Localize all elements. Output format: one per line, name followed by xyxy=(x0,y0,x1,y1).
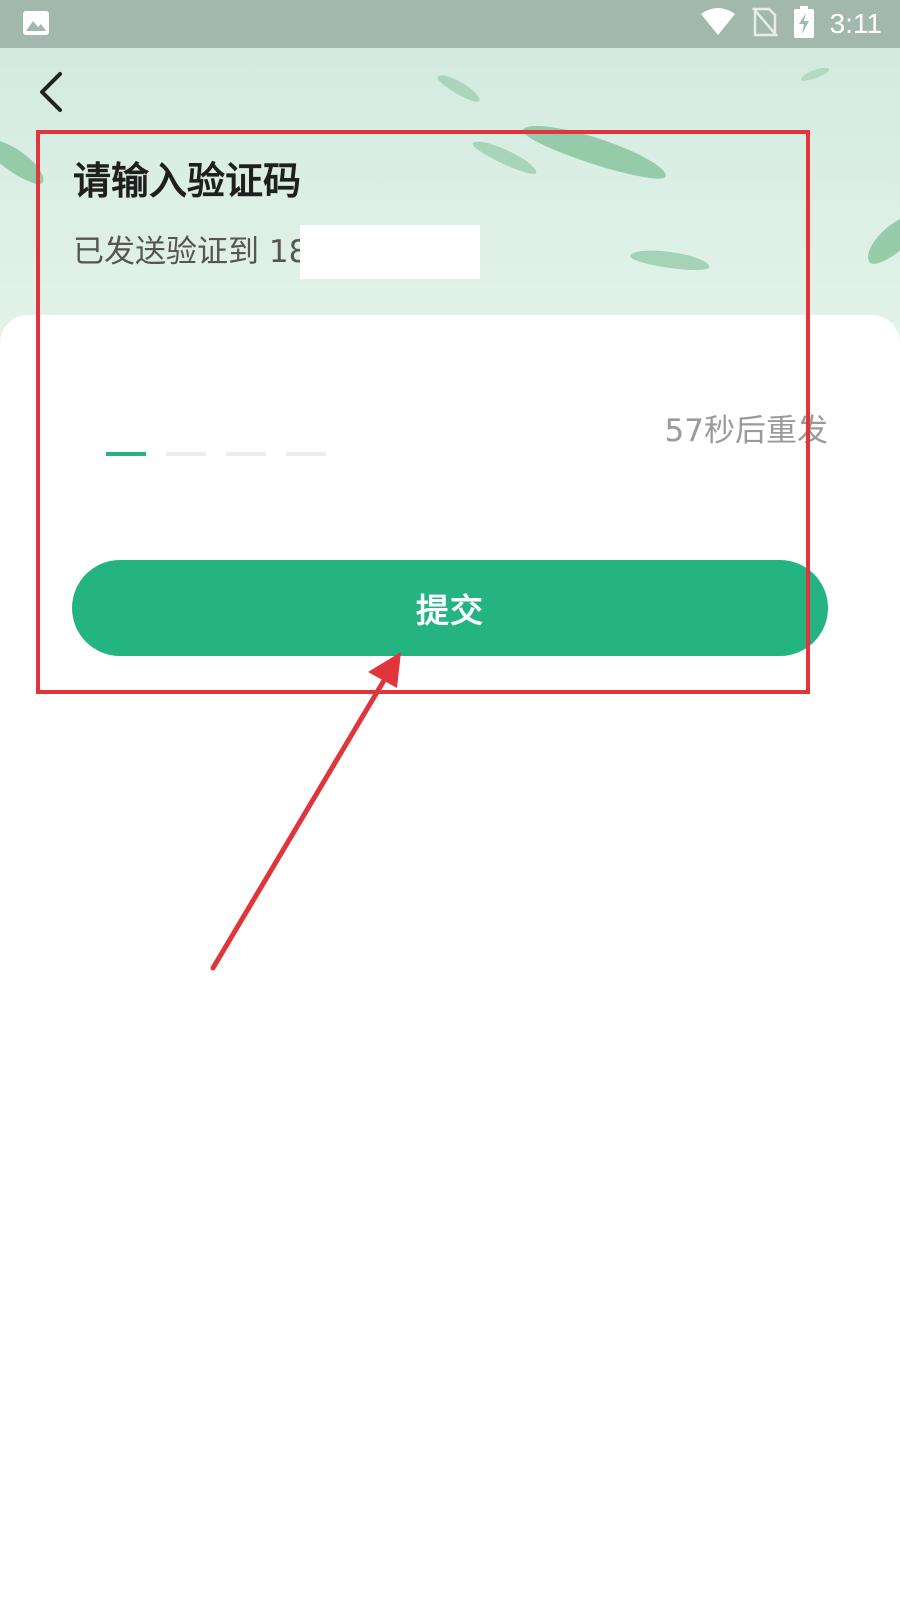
resend-countdown[interactable]: 57秒后重发 xyxy=(665,405,828,450)
submit-button[interactable]: 提交 xyxy=(72,560,828,656)
status-icons: 3:11 xyxy=(700,0,882,48)
leaf-decoration xyxy=(859,205,900,271)
content-card xyxy=(0,315,900,1600)
code-slot[interactable] xyxy=(286,452,326,456)
status-time: 3:11 xyxy=(829,8,882,39)
sent-phone-hint: 已发送验证到 18 xyxy=(73,234,309,270)
code-slot[interactable] xyxy=(226,452,266,456)
status-bar: 3:11 xyxy=(0,0,900,48)
code-slot[interactable] xyxy=(106,452,146,456)
image-icon xyxy=(22,10,50,36)
no-sim-icon xyxy=(751,7,778,41)
page-title: 请输入验证码 xyxy=(73,159,302,203)
code-slot[interactable] xyxy=(166,452,206,456)
leaf-decoration xyxy=(519,115,671,187)
leaf-decoration xyxy=(435,70,483,106)
leaf-decoration xyxy=(799,65,831,83)
verification-code-input[interactable] xyxy=(106,452,326,456)
chevron-left-icon xyxy=(32,72,76,122)
battery-charging-icon xyxy=(793,6,814,42)
verification-screen: 3:11 请输入验证码 已发送验证到 18 57秒后重发 提交 xyxy=(0,0,900,1600)
leaf-decoration xyxy=(629,246,711,274)
leaf-decoration xyxy=(470,135,540,179)
back-button[interactable] xyxy=(32,66,76,118)
wifi-icon xyxy=(700,8,736,40)
phone-number-mask xyxy=(300,225,480,279)
leaf-decoration xyxy=(0,131,50,191)
